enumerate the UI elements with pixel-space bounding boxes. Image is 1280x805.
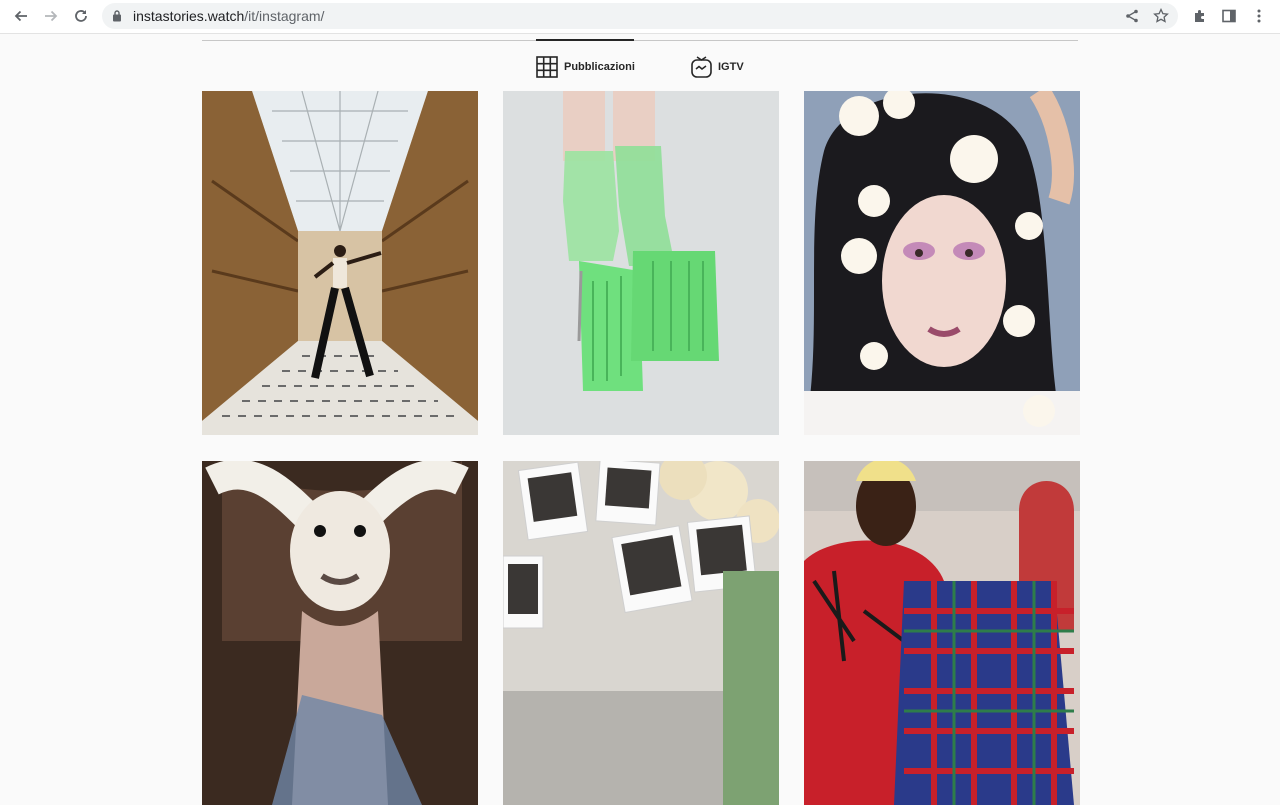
tab-label: IGTV <box>718 61 744 73</box>
extensions-button[interactable] <box>1187 4 1213 28</box>
side-panel-button[interactable] <box>1216 4 1242 28</box>
forward-arrow-icon <box>45 10 58 22</box>
url-host: instastories.watch <box>133 8 245 24</box>
more-vertical-icon <box>1257 9 1261 23</box>
browser-toolbar: instastories.watch/it/instagram/ <box>0 0 1280 34</box>
post-image <box>202 91 478 435</box>
post-image <box>503 91 779 435</box>
post-polaroids-and-paper-lanterns[interactable] <box>503 461 779 805</box>
share-icon <box>1126 9 1138 23</box>
bookmark-star-button[interactable] <box>1150 6 1172 26</box>
tab-label: Pubblicazioni <box>564 61 635 73</box>
post-image <box>202 461 478 805</box>
browser-menu-button[interactable] <box>1246 4 1272 28</box>
lock-icon <box>113 10 121 22</box>
post-man-in-arcade-gallery[interactable] <box>202 91 478 435</box>
share-button[interactable] <box>1121 6 1143 26</box>
reload-icon <box>75 10 87 22</box>
tab-pubblicazioni[interactable]: Pubblicazioni <box>536 55 635 79</box>
back-button[interactable] <box>8 4 34 28</box>
back-arrow-icon <box>14 10 27 22</box>
post-man-holding-plaid-jacket[interactable] <box>804 461 1080 805</box>
side-panel-icon <box>1222 9 1236 23</box>
post-image <box>804 91 1080 435</box>
forward-button[interactable] <box>38 4 64 28</box>
active-tab-indicator <box>536 39 634 41</box>
post-chinese-crested-dog[interactable] <box>202 461 478 805</box>
tabs-divider <box>202 40 1078 41</box>
url-text: instastories.watch/it/instagram/ <box>133 8 324 24</box>
star-icon <box>1153 8 1169 23</box>
post-image <box>804 461 1080 805</box>
tab-igtv[interactable]: IGTV <box>691 55 744 79</box>
reload-button[interactable] <box>68 4 94 28</box>
grid-icon <box>536 56 558 78</box>
address-bar[interactable]: instastories.watch/it/instagram/ <box>102 3 1178 29</box>
post-woman-with-white-flowers[interactable] <box>804 91 1080 435</box>
url-path: /it/instagram/ <box>244 8 325 24</box>
post-image <box>503 461 779 805</box>
puzzle-piece-icon <box>1195 10 1204 22</box>
igtv-icon <box>691 56 712 78</box>
post-green-platform-boots[interactable] <box>503 91 779 435</box>
